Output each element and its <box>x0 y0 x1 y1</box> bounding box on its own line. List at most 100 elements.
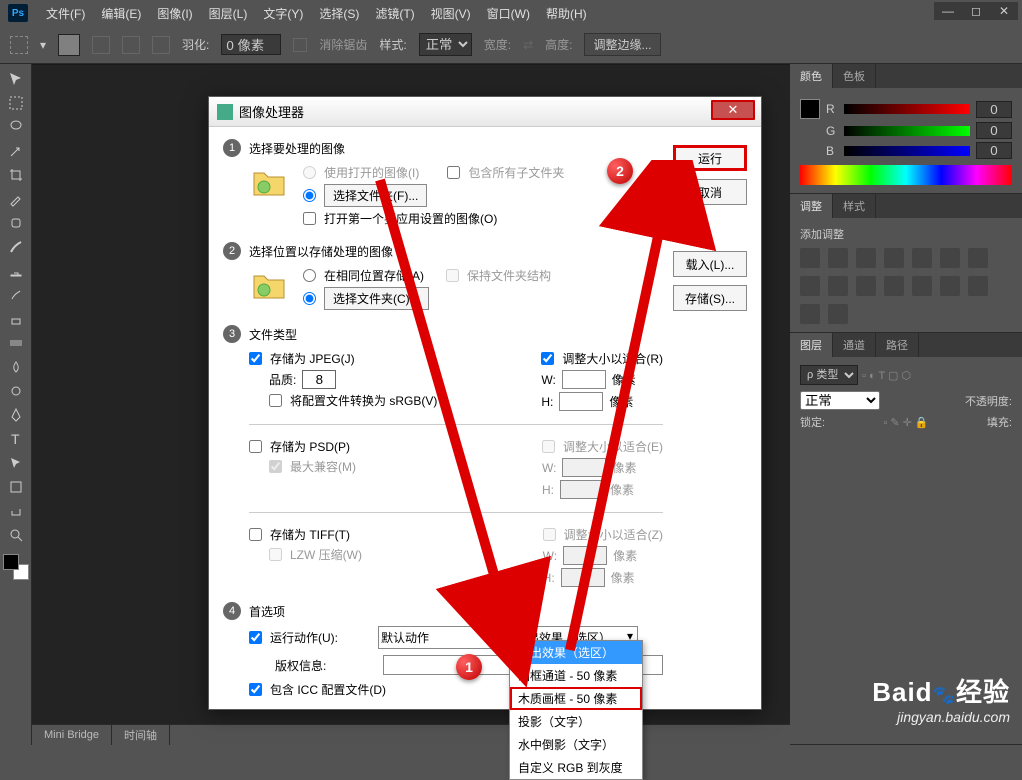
dropdown-option-wood-frame[interactable]: 木质画框 - 50 像素 <box>510 687 642 710</box>
timeline-tab[interactable]: 时间轴 <box>112 725 170 745</box>
gradient-tool[interactable] <box>4 332 28 354</box>
pen-tool[interactable] <box>4 404 28 426</box>
action-set-dropdown[interactable]: 默认动作 ▾ <box>378 626 504 649</box>
stamp-tool[interactable] <box>4 260 28 282</box>
exposure-icon[interactable] <box>884 248 904 268</box>
dialog-titlebar[interactable]: 图像处理器 ✕ <box>209 97 761 127</box>
colorlookup-icon[interactable] <box>884 276 904 296</box>
b-slider[interactable] <box>844 146 970 156</box>
layers-tab[interactable]: 图层 <box>790 333 833 357</box>
dropdown-option-frame-channel[interactable]: 画框通道 - 50 像素 <box>510 664 642 687</box>
same-location-radio[interactable] <box>303 269 316 282</box>
channelmixer-icon[interactable] <box>856 276 876 296</box>
wand-tool[interactable] <box>4 140 28 162</box>
levels-icon[interactable] <box>828 248 848 268</box>
refine-edge-button[interactable]: 调整边缘... <box>584 33 660 56</box>
select-source-folder-button[interactable]: 选择文件夹(F)... <box>324 184 427 207</box>
colorbalance-icon[interactable] <box>968 248 988 268</box>
dropdown-option-rgb-gray[interactable]: 自定义 RGB 到灰度 <box>510 756 642 779</box>
save-settings-button[interactable]: 存储(S)... <box>673 285 747 311</box>
dodge-tool[interactable] <box>4 380 28 402</box>
lasso-tool[interactable] <box>4 116 28 138</box>
selective-color-icon[interactable] <box>828 304 848 324</box>
selection-mode-intersect[interactable] <box>152 36 170 54</box>
photofilter-icon[interactable] <box>828 276 848 296</box>
channels-tab[interactable]: 通道 <box>833 333 876 357</box>
b-input[interactable] <box>976 142 1012 159</box>
menu-image[interactable]: 图像(I) <box>149 5 200 22</box>
load-button[interactable]: 载入(L)... <box>673 251 747 277</box>
r-input[interactable] <box>976 101 1012 118</box>
minibridge-tab[interactable]: Mini Bridge <box>32 725 112 745</box>
color-spectrum[interactable] <box>800 165 1012 185</box>
color-panel-tab[interactable]: 颜色 <box>790 64 833 88</box>
path-select-tool[interactable] <box>4 452 28 474</box>
jpeg-w-input[interactable] <box>562 370 606 389</box>
close-button[interactable]: ✕ <box>990 2 1018 20</box>
adjustments-tab[interactable]: 调整 <box>790 194 833 218</box>
menu-edit[interactable]: 编辑(E) <box>93 5 149 22</box>
layer-filter-select[interactable]: ρ 类型 <box>800 365 858 385</box>
selection-mode-new[interactable] <box>58 34 80 56</box>
eraser-tool[interactable] <box>4 308 28 330</box>
dialog-close-button[interactable]: ✕ <box>711 100 755 120</box>
posterize-icon[interactable] <box>940 276 960 296</box>
menu-text[interactable]: 文字(Y) <box>255 5 311 22</box>
feather-input[interactable] <box>221 34 281 55</box>
blur-tool[interactable] <box>4 356 28 378</box>
menu-window[interactable]: 窗口(W) <box>479 5 538 22</box>
shape-tool[interactable] <box>4 476 28 498</box>
save-psd-checkbox[interactable] <box>249 440 262 453</box>
menu-filter[interactable]: 滤镜(T) <box>367 5 422 22</box>
paths-tab[interactable]: 路径 <box>876 333 919 357</box>
antialias-checkbox[interactable] <box>293 38 307 52</box>
color-swatches[interactable] <box>3 554 29 580</box>
zoom-tool[interactable] <box>4 524 28 546</box>
cancel-button[interactable]: 取消 <box>673 179 747 205</box>
include-icc-checkbox[interactable] <box>249 683 262 696</box>
color-preview[interactable] <box>800 99 820 119</box>
open-first-checkbox[interactable] <box>303 212 316 225</box>
minimize-button[interactable]: — <box>934 2 962 20</box>
marquee-tool-icon[interactable] <box>10 36 28 54</box>
crop-tool[interactable] <box>4 164 28 186</box>
brush-tool[interactable] <box>4 236 28 258</box>
history-brush-tool[interactable] <box>4 284 28 306</box>
g-input[interactable] <box>976 122 1012 139</box>
dropdown-option-shadow[interactable]: 投影（文字） <box>510 710 642 733</box>
menu-view[interactable]: 视图(V) <box>423 5 479 22</box>
quality-input[interactable] <box>302 370 336 389</box>
eyedropper-tool[interactable] <box>4 188 28 210</box>
bw-icon[interactable] <box>800 276 820 296</box>
dropdown-option-fade[interactable]: 淡出效果（选区） <box>510 641 642 664</box>
select-folder-radio[interactable] <box>303 189 316 202</box>
invert-icon[interactable] <box>912 276 932 296</box>
heal-tool[interactable] <box>4 212 28 234</box>
move-tool[interactable] <box>4 68 28 90</box>
jpeg-h-input[interactable] <box>559 392 603 411</box>
include-sub-checkbox[interactable] <box>447 166 460 179</box>
select-dest-radio[interactable] <box>303 292 316 305</box>
blend-mode-select[interactable]: 正常 <box>800 391 880 410</box>
swatches-panel-tab[interactable]: 色板 <box>833 64 876 88</box>
run-action-checkbox[interactable] <box>249 631 262 644</box>
foreground-color[interactable] <box>3 554 19 570</box>
selection-mode-add[interactable] <box>92 36 110 54</box>
menu-file[interactable]: 文件(F) <box>38 5 93 22</box>
vibrance-icon[interactable] <box>912 248 932 268</box>
hue-icon[interactable] <box>940 248 960 268</box>
gradient-map-icon[interactable] <box>800 304 820 324</box>
menu-help[interactable]: 帮助(H) <box>538 5 595 22</box>
threshold-icon[interactable] <box>968 276 988 296</box>
style-select[interactable]: 正常 <box>419 33 472 56</box>
styles-tab[interactable]: 样式 <box>833 194 876 218</box>
hand-tool[interactable] <box>4 500 28 522</box>
save-tiff-checkbox[interactable] <box>249 528 262 541</box>
run-button[interactable]: 运行 <box>673 145 747 171</box>
menu-layer[interactable]: 图层(L) <box>201 5 256 22</box>
brightness-icon[interactable] <box>800 248 820 268</box>
select-dest-folder-button[interactable]: 选择文件夹(C)... <box>324 287 429 310</box>
save-jpeg-checkbox[interactable] <box>249 352 262 365</box>
g-slider[interactable] <box>844 126 970 136</box>
srgb-checkbox[interactable] <box>269 394 282 407</box>
